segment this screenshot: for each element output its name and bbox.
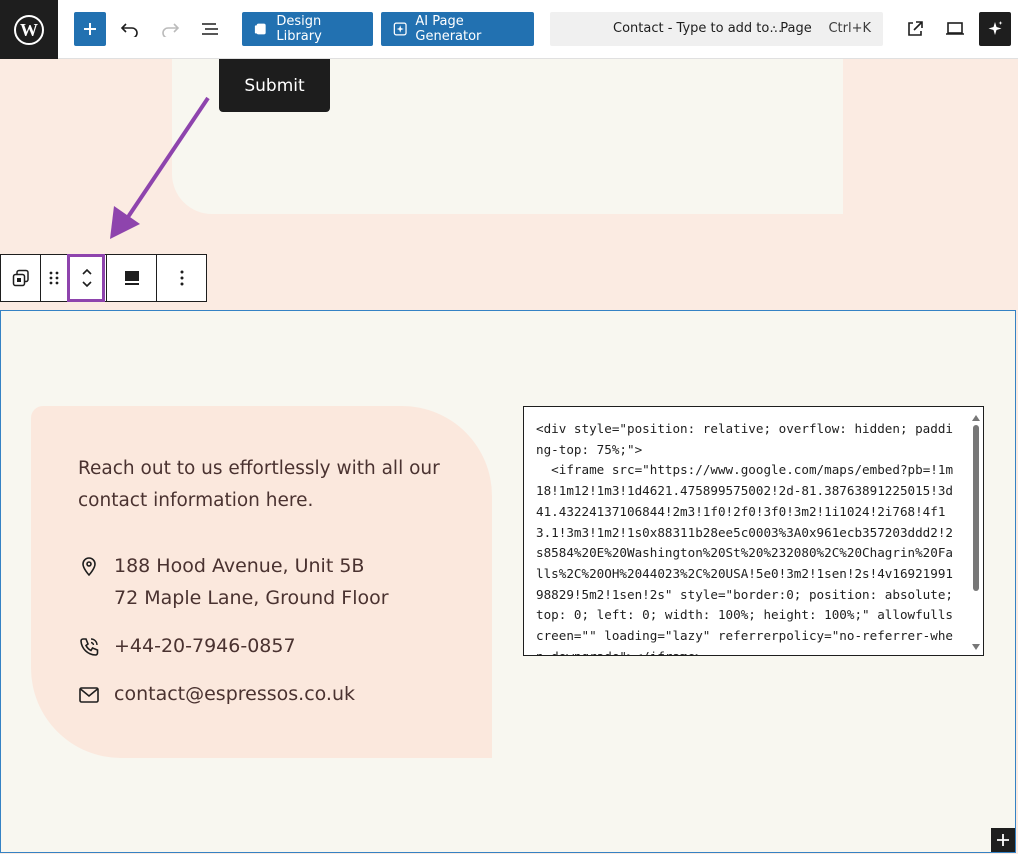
command-palette-bar[interactable]: Contact - Type to add to… · Page Ctrl+K [550, 12, 883, 46]
email-row: contact@espressos.co.uk [78, 678, 355, 716]
custom-html-editor[interactable]: <div style="position: relative; overflow… [523, 406, 984, 656]
phone-number: +44-20-7946-0857 [114, 635, 296, 657]
wordpress-logo-icon[interactable]: W [0, 0, 58, 59]
email-address: contact@espressos.co.uk [114, 683, 356, 705]
move-buttons [67, 255, 107, 301]
block-transform-button[interactable] [1, 255, 41, 301]
drag-handle[interactable] [41, 255, 67, 301]
phone-row: +44-20-7946-0857 [78, 630, 296, 668]
move-up-icon[interactable] [80, 267, 94, 277]
design-library-label: Design Library [276, 14, 322, 44]
ai-page-generator-label: AI Page Generator [415, 14, 482, 44]
more-vertical-icon [180, 270, 183, 286]
scroll-up-icon[interactable] [972, 415, 980, 421]
editor-toolbar: W Design Library AI Page Generator Conta… [0, 0, 1018, 59]
align-button[interactable] [107, 255, 157, 301]
add-block-inline-button[interactable] [991, 828, 1015, 852]
drag-handle-icon [49, 271, 59, 285]
address-row: 188 Hood Avenue, Unit 5B 72 Maple Lane, … [78, 550, 389, 614]
block-toolbar [0, 254, 207, 302]
ai-assistant-button[interactable] [979, 12, 1011, 46]
contact-intro-text: Reach out to us effortlessly with all ou… [78, 458, 440, 511]
phone-icon [78, 630, 100, 668]
address-line-1: 188 Hood Avenue, Unit 5B [114, 555, 365, 577]
mail-icon [78, 678, 100, 716]
post-type: · Page [772, 21, 812, 36]
embed-code-text[interactable]: <div style="position: relative; overflow… [536, 419, 956, 655]
view-page-icon[interactable] [899, 12, 931, 46]
undo-icon[interactable] [114, 12, 146, 46]
submit-button[interactable]: Submit [219, 59, 330, 112]
scroll-down-icon[interactable] [972, 644, 980, 650]
ai-page-generator-button[interactable]: AI Page Generator [381, 12, 534, 46]
scroll-thumb[interactable] [973, 425, 979, 591]
device-preview-icon[interactable] [939, 12, 971, 46]
more-options-button[interactable] [157, 255, 206, 301]
align-icon [124, 271, 139, 285]
address-line-2: 72 Maple Lane, Ground Floor [114, 587, 389, 609]
location-pin-icon [78, 550, 100, 614]
design-library-button[interactable]: Design Library [242, 12, 373, 46]
library-icon [254, 23, 266, 35]
redo-icon[interactable] [154, 12, 186, 46]
annotation-arrow [110, 96, 210, 239]
add-block-button[interactable] [74, 12, 106, 46]
page-title: Contact - Type to add to… [613, 21, 783, 36]
sparkle-icon [988, 21, 1003, 35]
group-icon [12, 269, 29, 287]
svg-text:W: W [20, 20, 38, 40]
ai-sparkle-icon [393, 22, 407, 36]
move-down-icon[interactable] [80, 279, 94, 289]
document-overview-icon[interactable] [194, 12, 226, 46]
keyboard-shortcut: Ctrl+K [828, 21, 871, 36]
